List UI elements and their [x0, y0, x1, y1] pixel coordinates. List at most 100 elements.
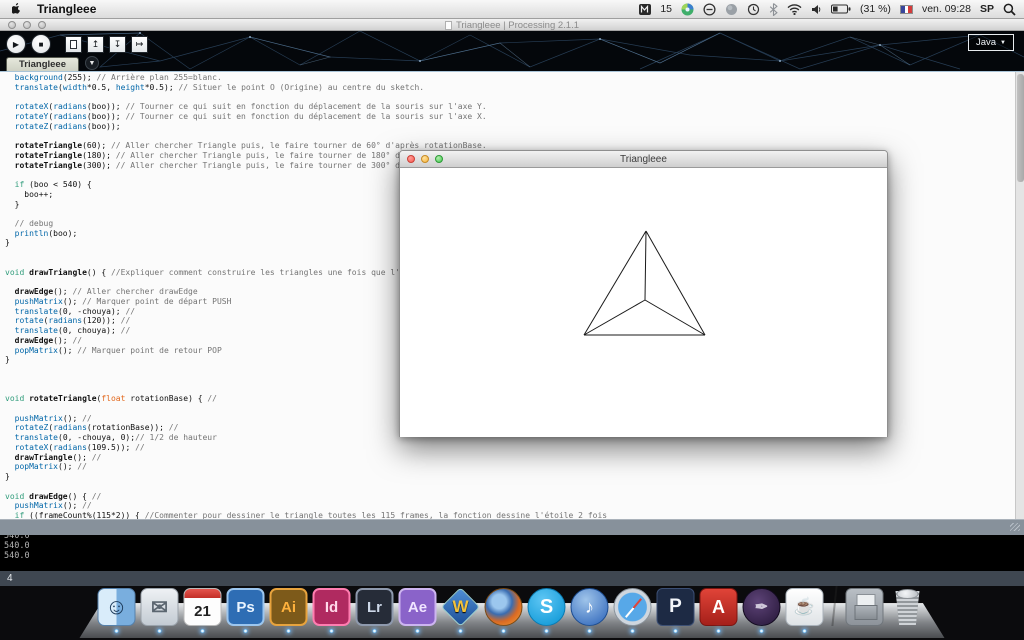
user-menu[interactable]: SP: [980, 3, 994, 15]
dock-finder-icon[interactable]: [98, 588, 136, 626]
dock-trash-icon[interactable]: [889, 588, 927, 626]
console-line: 540.0: [4, 541, 30, 551]
pinwheel-app-icon[interactable]: [681, 2, 694, 16]
code-line: popMatrix(); //: [5, 462, 607, 472]
code-line: [5, 131, 607, 141]
volume-icon[interactable]: [811, 2, 822, 16]
console-output: 540.0540.0540.0: [0, 535, 1024, 571]
dock-indesign-icon[interactable]: Id: [313, 588, 351, 626]
running-indicator: [373, 629, 377, 633]
dock-skype-icon[interactable]: S: [528, 588, 566, 626]
ide-window-title: Triangleee | Processing 2.1.1: [456, 20, 579, 31]
sketch-zoom-button[interactable]: [435, 155, 443, 163]
dock-photoshop-icon[interactable]: Ps: [227, 588, 265, 626]
running-indicator: [115, 629, 119, 633]
running-indicator: [201, 629, 205, 633]
dock-documents-icon[interactable]: [846, 588, 884, 626]
console-lines: 540.0540.0540.0: [4, 535, 30, 561]
document-icon: [445, 21, 452, 30]
scrollbar-thumb[interactable]: [1017, 74, 1024, 182]
ide-toolbar-zone: ▶ ■ ↥ ↧ ↦ Java▼ Triangleee ▼: [0, 31, 1024, 71]
wifi-icon[interactable]: [787, 2, 802, 16]
active-app-name[interactable]: Triangleee: [37, 2, 96, 16]
run-button[interactable]: ▶: [6, 34, 26, 54]
dock-separator: [831, 586, 837, 626]
ide-toolbar: ▶ ■ ↥ ↧ ↦ Java▼: [0, 31, 1024, 57]
running-indicator: [244, 629, 248, 633]
running-indicator: [502, 629, 506, 633]
dock-firefox-icon[interactable]: [485, 588, 523, 626]
dock-lightroom-icon[interactable]: Lr: [356, 588, 394, 626]
console-line: 540.0: [4, 551, 30, 561]
save-sketch-button[interactable]: ↧: [109, 36, 126, 53]
code-line: rotateX(radians(boo)); // Tourner ce qui…: [5, 102, 607, 112]
do-not-disturb-icon[interactable]: [703, 2, 716, 16]
sketch-close-button[interactable]: [407, 155, 415, 163]
code-line: rotateZ(radians(boo));: [5, 122, 607, 132]
dock-processing-icon[interactable]: P: [657, 588, 695, 626]
editor-statusbar: 4: [0, 571, 1024, 586]
dock-acrobat-icon[interactable]: A: [700, 588, 738, 626]
open-sketch-button[interactable]: ↥: [87, 36, 104, 53]
tab-menu-button[interactable]: ▼: [85, 56, 99, 70]
code-line: if ((frameCount%(115*2)) { //Commenter p…: [5, 511, 607, 519]
dock-aftereffects-icon[interactable]: Ae: [399, 588, 437, 626]
running-indicator: [631, 629, 635, 633]
globe-status-icon[interactable]: [725, 2, 738, 16]
spotlight-icon[interactable]: [1003, 2, 1016, 16]
code-line: void drawEdge() { //: [5, 492, 607, 502]
resize-grip-icon[interactable]: [1010, 523, 1020, 531]
input-language-flag-icon[interactable]: [900, 5, 913, 14]
code-line: }: [5, 472, 607, 482]
code-line: [5, 92, 607, 102]
code-line: translate(width*0.5, height*0.5); // Sit…: [5, 83, 607, 93]
editor-scrollbar[interactable]: [1015, 72, 1024, 519]
sketch-minimize-button[interactable]: [421, 155, 429, 163]
running-indicator: [717, 629, 721, 633]
running-indicator: [803, 629, 807, 633]
apple-menu-icon[interactable]: [12, 2, 23, 16]
stop-button[interactable]: ■: [31, 34, 51, 54]
mode-selector-button[interactable]: Java▼: [968, 34, 1014, 51]
code-line: rotateY(radians(boo)); // Tourner ce qui…: [5, 112, 607, 122]
running-indicator: [158, 629, 162, 633]
dock-pen-app-icon[interactable]: ✒: [743, 588, 781, 626]
tab-triangleee[interactable]: Triangleee: [6, 57, 79, 71]
running-indicator: [416, 629, 420, 633]
sketch-canvas[interactable]: [400, 168, 887, 437]
menu-clock[interactable]: ven. 09:28: [922, 3, 971, 15]
sketch-window[interactable]: Triangleee: [399, 150, 888, 437]
running-indicator: [674, 629, 678, 633]
running-indicator: [545, 629, 549, 633]
dock-itunes-icon[interactable]: ♪: [571, 588, 609, 626]
running-indicator: [760, 629, 764, 633]
battery-percent: (31 %): [860, 3, 891, 15]
dock-w-app-icon[interactable]: W: [442, 588, 480, 626]
code-line: [5, 482, 607, 492]
dock-mail-icon[interactable]: [141, 588, 179, 626]
code-line: rotateX(radians(109.5)); //: [5, 443, 607, 453]
dock-calendar-icon[interactable]: 21: [184, 588, 222, 626]
menu-bar: Triangleee 15: [0, 0, 1024, 19]
notification-app-icon[interactable]: [639, 2, 651, 16]
dock-safari-icon[interactable]: [614, 588, 652, 626]
export-button[interactable]: ↦: [131, 36, 148, 53]
sketch-window-titlebar[interactable]: Triangleee: [400, 151, 887, 168]
new-sketch-button[interactable]: [65, 36, 82, 53]
running-indicator: [588, 629, 592, 633]
code-line: background(255); // Arrière plan 255=bla…: [5, 73, 607, 83]
console-divider[interactable]: [0, 519, 1024, 535]
sync-clock-icon[interactable]: [747, 2, 760, 16]
running-indicator: [287, 629, 291, 633]
bluetooth-icon[interactable]: [769, 2, 778, 16]
line-number-indicator: 4: [7, 573, 13, 584]
chevron-down-icon: ▼: [1000, 40, 1006, 46]
sketch-window-title: Triangleee: [400, 151, 887, 167]
battery-icon[interactable]: [831, 2, 851, 16]
code-line: drawTriangle(); //: [5, 453, 607, 463]
dock-illustrator-icon[interactable]: Ai: [270, 588, 308, 626]
dock-java-icon[interactable]: ☕: [786, 588, 824, 626]
ide-window-titlebar[interactable]: Triangleee | Processing 2.1.1: [0, 19, 1024, 31]
dock-row: 21PsAiIdLrAeW S♪ PA✒☕: [94, 586, 931, 635]
tetrahedron-drawing: [400, 168, 887, 437]
